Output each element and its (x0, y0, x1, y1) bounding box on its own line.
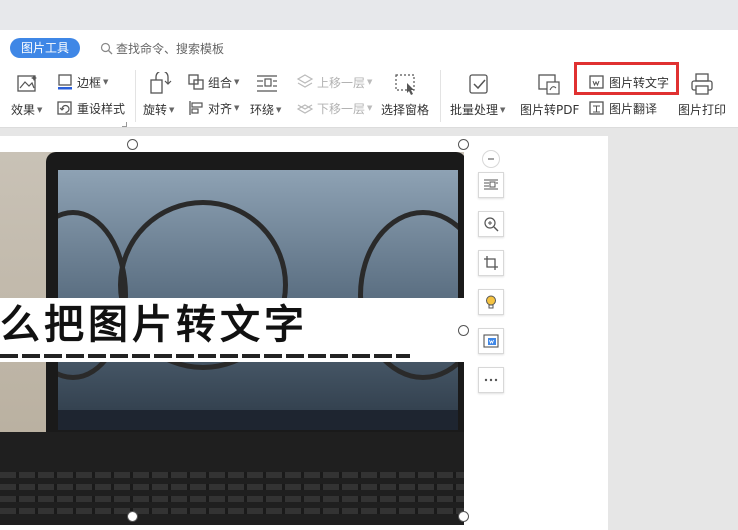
more-button[interactable] (478, 367, 504, 393)
reset-style-label: 重设样式 (77, 101, 126, 116)
search-placeholder: 查找命令、搜索模板 (116, 41, 225, 56)
laptop-keyboard (0, 432, 464, 525)
tab-picture-tools[interactable]: 图片工具 (10, 38, 81, 58)
image-to-pdf-label: 图片转PDF (520, 103, 580, 117)
rotate-icon (150, 72, 172, 94)
bring-forward-label: 上移一层 (317, 75, 366, 90)
resize-handle-right[interactable] (458, 325, 469, 336)
zoom-icon (484, 217, 499, 232)
batch-process-button[interactable]: 批量处理 ▼ (450, 101, 505, 118)
wrap-icon (257, 75, 277, 92)
resize-handle-bottom[interactable] (127, 511, 138, 522)
border-icon (58, 74, 72, 90)
command-search[interactable]: 查找命令、搜索模板 (100, 39, 224, 57)
bring-forward-button[interactable]: 上移一层 ▼ (296, 73, 372, 91)
effects-button[interactable]: 效果 ▼ (11, 101, 42, 118)
chevron-down-icon: ▼ (103, 78, 109, 86)
resize-handle-bottom-right[interactable] (458, 511, 469, 522)
document-canvas: 么把图片转文字 (0, 128, 738, 530)
border-button[interactable]: 边框 ▼ (56, 73, 108, 91)
key-row (0, 472, 464, 478)
ribbon-toolbar: 效果 ▼ 边框 ▼ 重设样式 旋转 ▼ 组合 ▼ 对齐 ▼ 环绕 ▼ 上移一层 ▼ 下移一层 ▼… (0, 62, 738, 128)
reset-style-button[interactable]: 重设样式 (56, 99, 125, 117)
crop-icon (484, 256, 498, 270)
bring-forward-icon (296, 74, 314, 88)
image-translate-button[interactable]: 图片翻译 (588, 99, 657, 117)
group-button[interactable]: 组合 ▼ (187, 73, 239, 91)
rotate-button[interactable]: 旋转 ▼ (143, 101, 174, 118)
chevron-down-icon: ▼ (367, 78, 373, 86)
image-translate-label: 图片翻译 (609, 101, 658, 116)
title-strip (0, 0, 738, 30)
separator (440, 70, 441, 122)
collapse-button[interactable] (482, 150, 500, 168)
image-print-button[interactable]: 图片打印 (678, 101, 726, 118)
align-icon (189, 101, 203, 115)
separator (135, 70, 136, 122)
image-print-label: 图片打印 (678, 103, 727, 117)
send-backward-button[interactable]: 下移一层 ▼ (296, 99, 372, 117)
layout-options-button[interactable] (478, 172, 504, 198)
batch-process-icon (469, 74, 488, 94)
border-label: 边框 (77, 75, 102, 90)
batch-process-label: 批量处理 (450, 103, 499, 117)
group-label: 组合 (208, 75, 233, 90)
layout-icon (484, 179, 498, 190)
bulb-icon (486, 295, 496, 309)
selection-pane-button[interactable]: 选择窗格 (381, 101, 429, 118)
chevron-down-icon: ▼ (234, 104, 240, 112)
key-row (0, 496, 464, 502)
key-row (0, 508, 464, 514)
convert-icon (483, 334, 499, 348)
selection-pane-icon (395, 74, 415, 95)
image-to-pdf-icon (538, 74, 560, 95)
group-expander[interactable] (122, 122, 127, 127)
reset-style-icon (57, 101, 72, 115)
zoom-button[interactable] (478, 211, 504, 237)
highlight-box (574, 62, 679, 95)
send-backward-icon (296, 104, 314, 114)
group-icon (188, 74, 204, 90)
align-label: 对齐 (208, 101, 233, 116)
chevron-down-icon: ▼ (276, 105, 282, 114)
wrap-button[interactable]: 环绕 ▼ (250, 101, 281, 118)
resize-handle-top-right[interactable] (458, 139, 469, 150)
chevron-down-icon: ▼ (367, 104, 373, 112)
smart-suggest-button[interactable] (478, 289, 504, 315)
resize-handle-top[interactable] (127, 139, 138, 150)
align-button[interactable]: 对齐 ▼ (187, 99, 239, 117)
search-icon (100, 42, 113, 54)
chevron-down-icon: ▼ (234, 78, 240, 86)
chevron-down-icon: ▼ (37, 105, 43, 114)
banner-dashed-line (0, 354, 410, 358)
collapse-icon (488, 158, 494, 160)
taskbar (58, 410, 458, 430)
wrap-label: 环绕 (250, 103, 275, 117)
rotate-label: 旋转 (143, 103, 168, 117)
more-icon (484, 378, 498, 382)
text-banner: 么把图片转文字 (0, 298, 464, 362)
document-page: 么把图片转文字 (0, 136, 608, 530)
chevron-down-icon: ▼ (500, 105, 506, 114)
banner-text: 么把图片转文字 (0, 302, 308, 348)
chevron-down-icon: ▼ (169, 105, 175, 114)
print-icon (691, 73, 713, 95)
translate-icon (589, 101, 604, 115)
key-row (0, 484, 464, 490)
effects-icon (17, 75, 37, 92)
selected-image[interactable]: 么把图片转文字 (0, 152, 464, 525)
crop-button[interactable] (478, 250, 504, 276)
effects-label: 效果 (11, 103, 36, 117)
tab-row: 图片工具 查找命令、搜索模板 (0, 30, 738, 66)
convert-button[interactable] (478, 328, 504, 354)
image-to-pdf-button[interactable]: 图片转PDF (520, 101, 579, 118)
send-backward-label: 下移一层 (317, 101, 366, 116)
selection-pane-label: 选择窗格 (381, 103, 430, 117)
